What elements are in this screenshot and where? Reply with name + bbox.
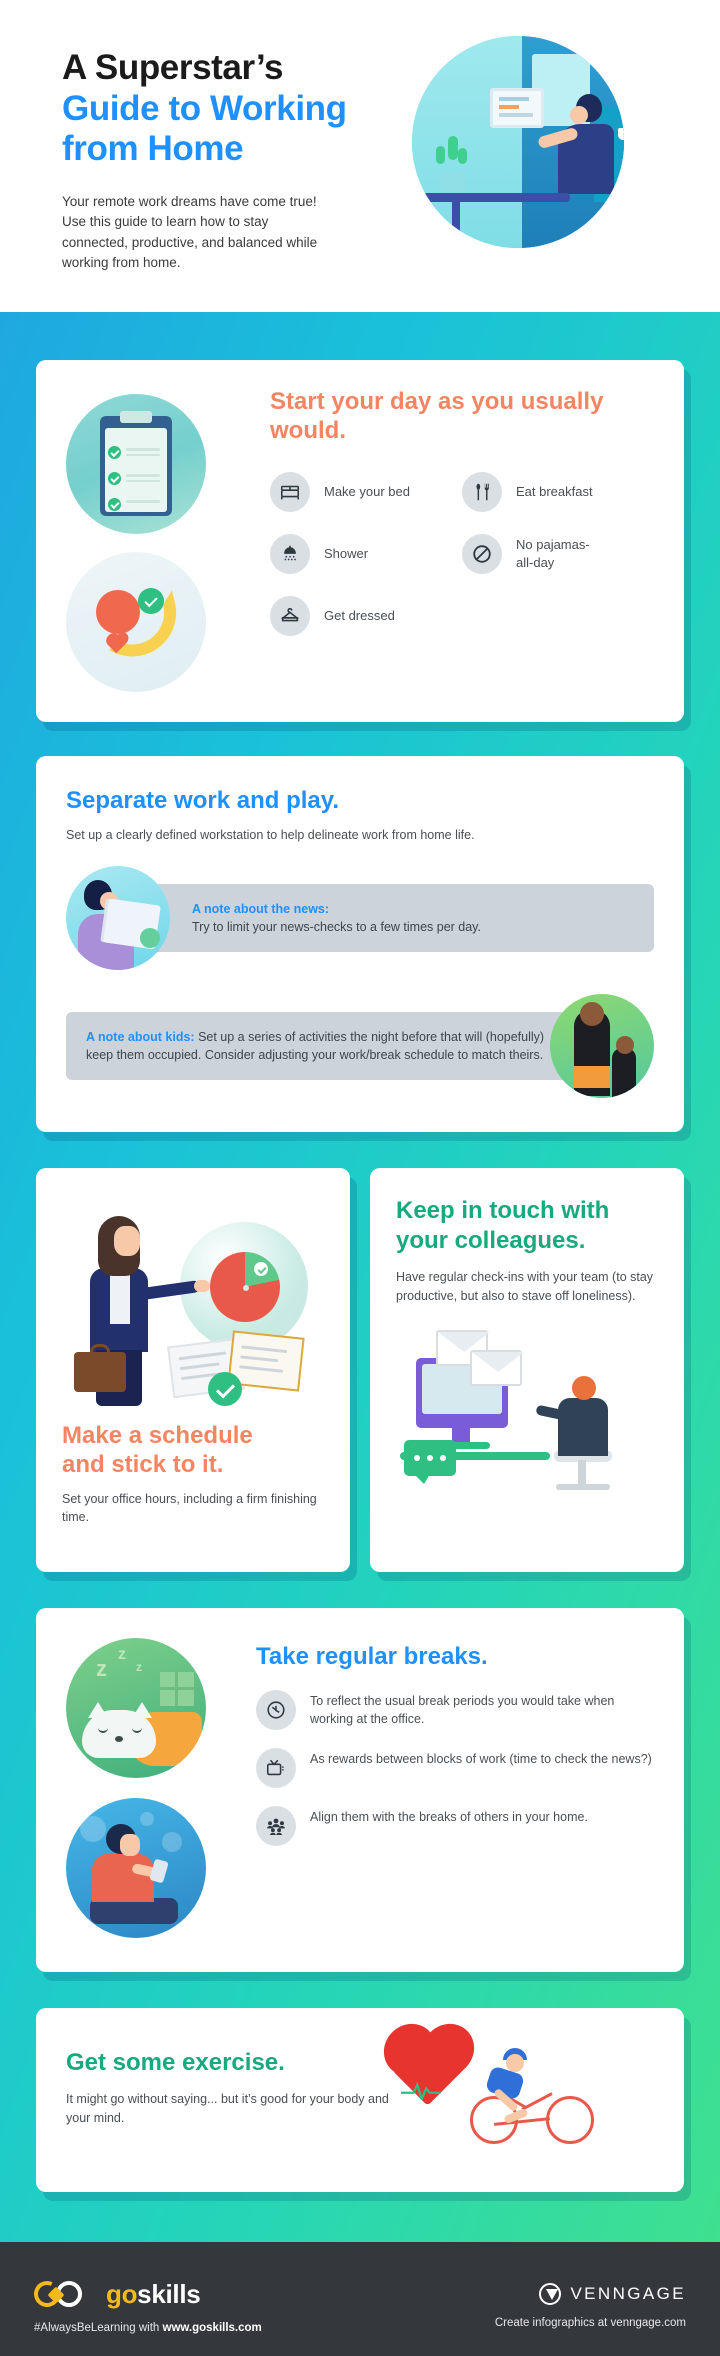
heartbeat-line-icon: [401, 2082, 441, 2100]
cyclist-and-heart-icon: [392, 2032, 654, 2158]
hero-illustration-home-office-icon: [412, 36, 624, 248]
sleeping-cat-icon: z z z: [66, 1638, 206, 1778]
header: A Superstar’s Guide to Working from Home…: [0, 0, 720, 312]
bed-icon: [270, 471, 310, 512]
list-item-label: As rewards between blocks of work (time …: [310, 1752, 652, 1766]
header-subtitle: Your remote work dreams have come true! …: [62, 193, 318, 271]
infographic-page: A Superstar’s Guide to Working from Home…: [0, 0, 720, 2356]
card-get-some-exercise: Get some exercise. It might go without s…: [36, 2008, 684, 2192]
list-item: To reflect the usual break periods you w…: [256, 1690, 654, 1730]
section4-heading-line2: your colleagues.: [396, 1227, 586, 1254]
section3-heading-line1: Make a schedule: [62, 1422, 253, 1449]
section4-heading-line1: Keep in touch with: [396, 1197, 610, 1224]
content-body: Start your day as you usually would. Mak…: [0, 312, 720, 2242]
section5-heading: Take regular breaks.: [256, 1643, 488, 1670]
note-kids-box: A note about kids: Set up a series of ac…: [66, 1011, 614, 1081]
footer-tagline: #AlwaysBeLearning with www.goskills.com: [34, 2322, 262, 2334]
card-separate-work-and-play: Separate work and play. Set up a clearly…: [36, 756, 684, 1132]
reading-news-icon: [66, 866, 170, 970]
note-kids-row: A note about kids: Set up a series of ac…: [66, 994, 654, 1098]
list-item: Get dressed: [270, 595, 462, 636]
goskills-wordmark: goskills: [106, 2278, 201, 2310]
footer-tagline-prefix: #AlwaysBeLearning with: [34, 2321, 163, 2334]
healthy-food-icon: [66, 552, 206, 692]
section3-body: Set your office hours, including a firm …: [62, 1491, 317, 1524]
venngage-mark-icon: [539, 2283, 562, 2305]
no-entry-icon: [462, 533, 502, 574]
section6-heading: Get some exercise.: [66, 2049, 285, 2076]
list-item-label: Make your bed: [324, 483, 410, 499]
section3-heading-line2: and stick to it.: [62, 1450, 224, 1478]
footer: goskills #AlwaysBeLearning with www.gosk…: [0, 2242, 720, 2356]
tv-icon: [256, 1748, 296, 1788]
note-news-title: A note about the news:: [192, 901, 330, 916]
colleagues-illustration-icon: [396, 1324, 658, 1514]
title-line-1: A Superstar’s: [62, 48, 284, 87]
note-news-box: A note about the news: Try to limit your…: [144, 883, 654, 953]
section3-heading: Make a schedule and stick to it.: [62, 1422, 324, 1480]
list-item-label: Align them with the breaks of others in …: [310, 1810, 588, 1824]
parent-and-child-icon: [550, 994, 654, 1098]
list-item-label: Shower: [324, 545, 369, 561]
two-card-row: Make a schedule and stick to it. Set you…: [36, 1168, 684, 1572]
card-keep-in-touch: Keep in touch with your colleagues. Have…: [370, 1168, 684, 1572]
list-item: As rewards between blocks of work (time …: [256, 1748, 654, 1788]
section2-heading: Separate work and play.: [66, 787, 339, 814]
section4-heading: Keep in touch with your colleagues.: [396, 1196, 658, 1256]
section1-checklist: Make your bed Shower Get dressed Eat bre…: [270, 471, 654, 658]
list-item-label: To reflect the usual break periods you w…: [310, 1694, 615, 1727]
list-item-label: No pajamas- all-day: [516, 537, 590, 570]
list-item: Make your bed: [270, 471, 462, 512]
shower-icon: [270, 533, 310, 574]
list-item: No pajamas- all-day: [462, 533, 654, 574]
list-item: Align them with the breaks of others in …: [256, 1806, 654, 1846]
brand-skills: skills: [137, 2278, 201, 2309]
venngage-credit[interactable]: Create infographics at venngage.com: [495, 2317, 686, 2329]
list-item: Eat breakfast: [462, 471, 654, 512]
note-kids-title: A note about kids:: [86, 1029, 195, 1044]
venngage-logo[interactable]: VENNGAGE: [495, 2283, 686, 2305]
note-news-body: Try to limit your news-checks to a few t…: [192, 920, 481, 934]
section6-body: It might go without saying... but it’s g…: [66, 2092, 389, 2125]
infinity-icon: [30, 2277, 96, 2311]
card-make-a-schedule: Make a schedule and stick to it. Set you…: [36, 1168, 350, 1572]
list-item: Shower: [270, 533, 462, 574]
footer-url[interactable]: www.goskills.com: [163, 2322, 262, 2334]
list-item-label: Get dressed: [324, 607, 395, 623]
clock-icon: [256, 1690, 296, 1730]
section2-subtext: Set up a clearly defined workstation to …: [66, 828, 475, 842]
section4-body: Have regular check-ins with your team (t…: [396, 1270, 654, 1303]
card-start-your-day: Start your day as you usually would. Mak…: [36, 360, 684, 722]
brand-go: go: [106, 2278, 138, 2309]
note-news-row: A note about the news: Try to limit your…: [66, 866, 654, 970]
venngage-wordmark: VENNGAGE: [570, 2284, 686, 2303]
cutlery-icon: [462, 471, 502, 512]
person-on-phone-icon: [66, 1798, 206, 1938]
people-icon: [256, 1806, 296, 1846]
section1-heading: Start your day as you usually would.: [270, 388, 604, 444]
clipboard-checklist-icon: [66, 394, 206, 534]
goskills-logo: goskills: [30, 2277, 262, 2311]
hanger-icon: [270, 595, 310, 636]
schedule-illustration-icon: [62, 1192, 324, 1422]
card-take-regular-breaks: z z z Take regular breaks. To reflect th…: [36, 1608, 684, 1972]
list-item-label: Eat breakfast: [516, 483, 593, 499]
